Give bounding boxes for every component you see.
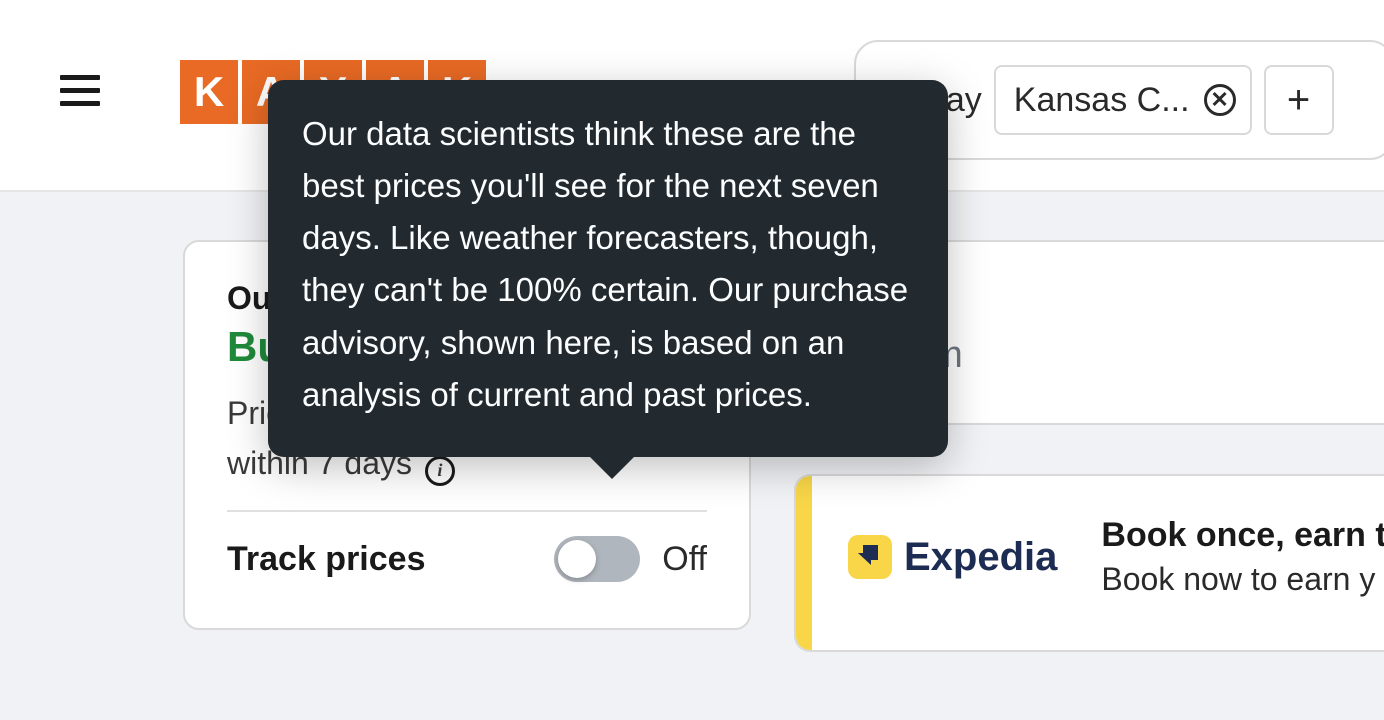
hamburger-menu-icon[interactable] bbox=[60, 75, 104, 111]
expedia-logo: Expedia bbox=[848, 535, 1057, 580]
tooltip-text: Our data scientists think these are the … bbox=[302, 115, 908, 413]
expedia-icon bbox=[848, 535, 892, 579]
promo-body: Book now to earn y bbox=[1101, 561, 1384, 598]
logo-letter: K bbox=[180, 60, 238, 124]
add-destination-button[interactable]: + bbox=[1264, 65, 1334, 135]
origin-chip-label: Kansas C... bbox=[1014, 81, 1190, 120]
price-advisory-tooltip: Our data scientists think these are the … bbox=[268, 80, 948, 457]
promo-stripe bbox=[796, 476, 812, 650]
origin-chip[interactable]: Kansas C... ✕ bbox=[994, 65, 1252, 135]
info-icon[interactable]: i bbox=[425, 456, 455, 486]
toggle-knob bbox=[558, 540, 596, 578]
close-icon[interactable]: ✕ bbox=[1204, 84, 1236, 116]
promo-heading: Book once, earn tw bbox=[1101, 516, 1384, 555]
promo-card[interactable]: Expedia Book once, earn tw Book now to e… bbox=[794, 474, 1384, 652]
toggle-state-label: Off bbox=[662, 540, 707, 579]
track-prices-toggle[interactable] bbox=[554, 536, 640, 582]
expedia-wordmark: Expedia bbox=[904, 535, 1057, 580]
track-prices-row: Track prices Off bbox=[227, 536, 707, 582]
divider bbox=[227, 510, 707, 512]
track-prices-label: Track prices bbox=[227, 540, 425, 579]
